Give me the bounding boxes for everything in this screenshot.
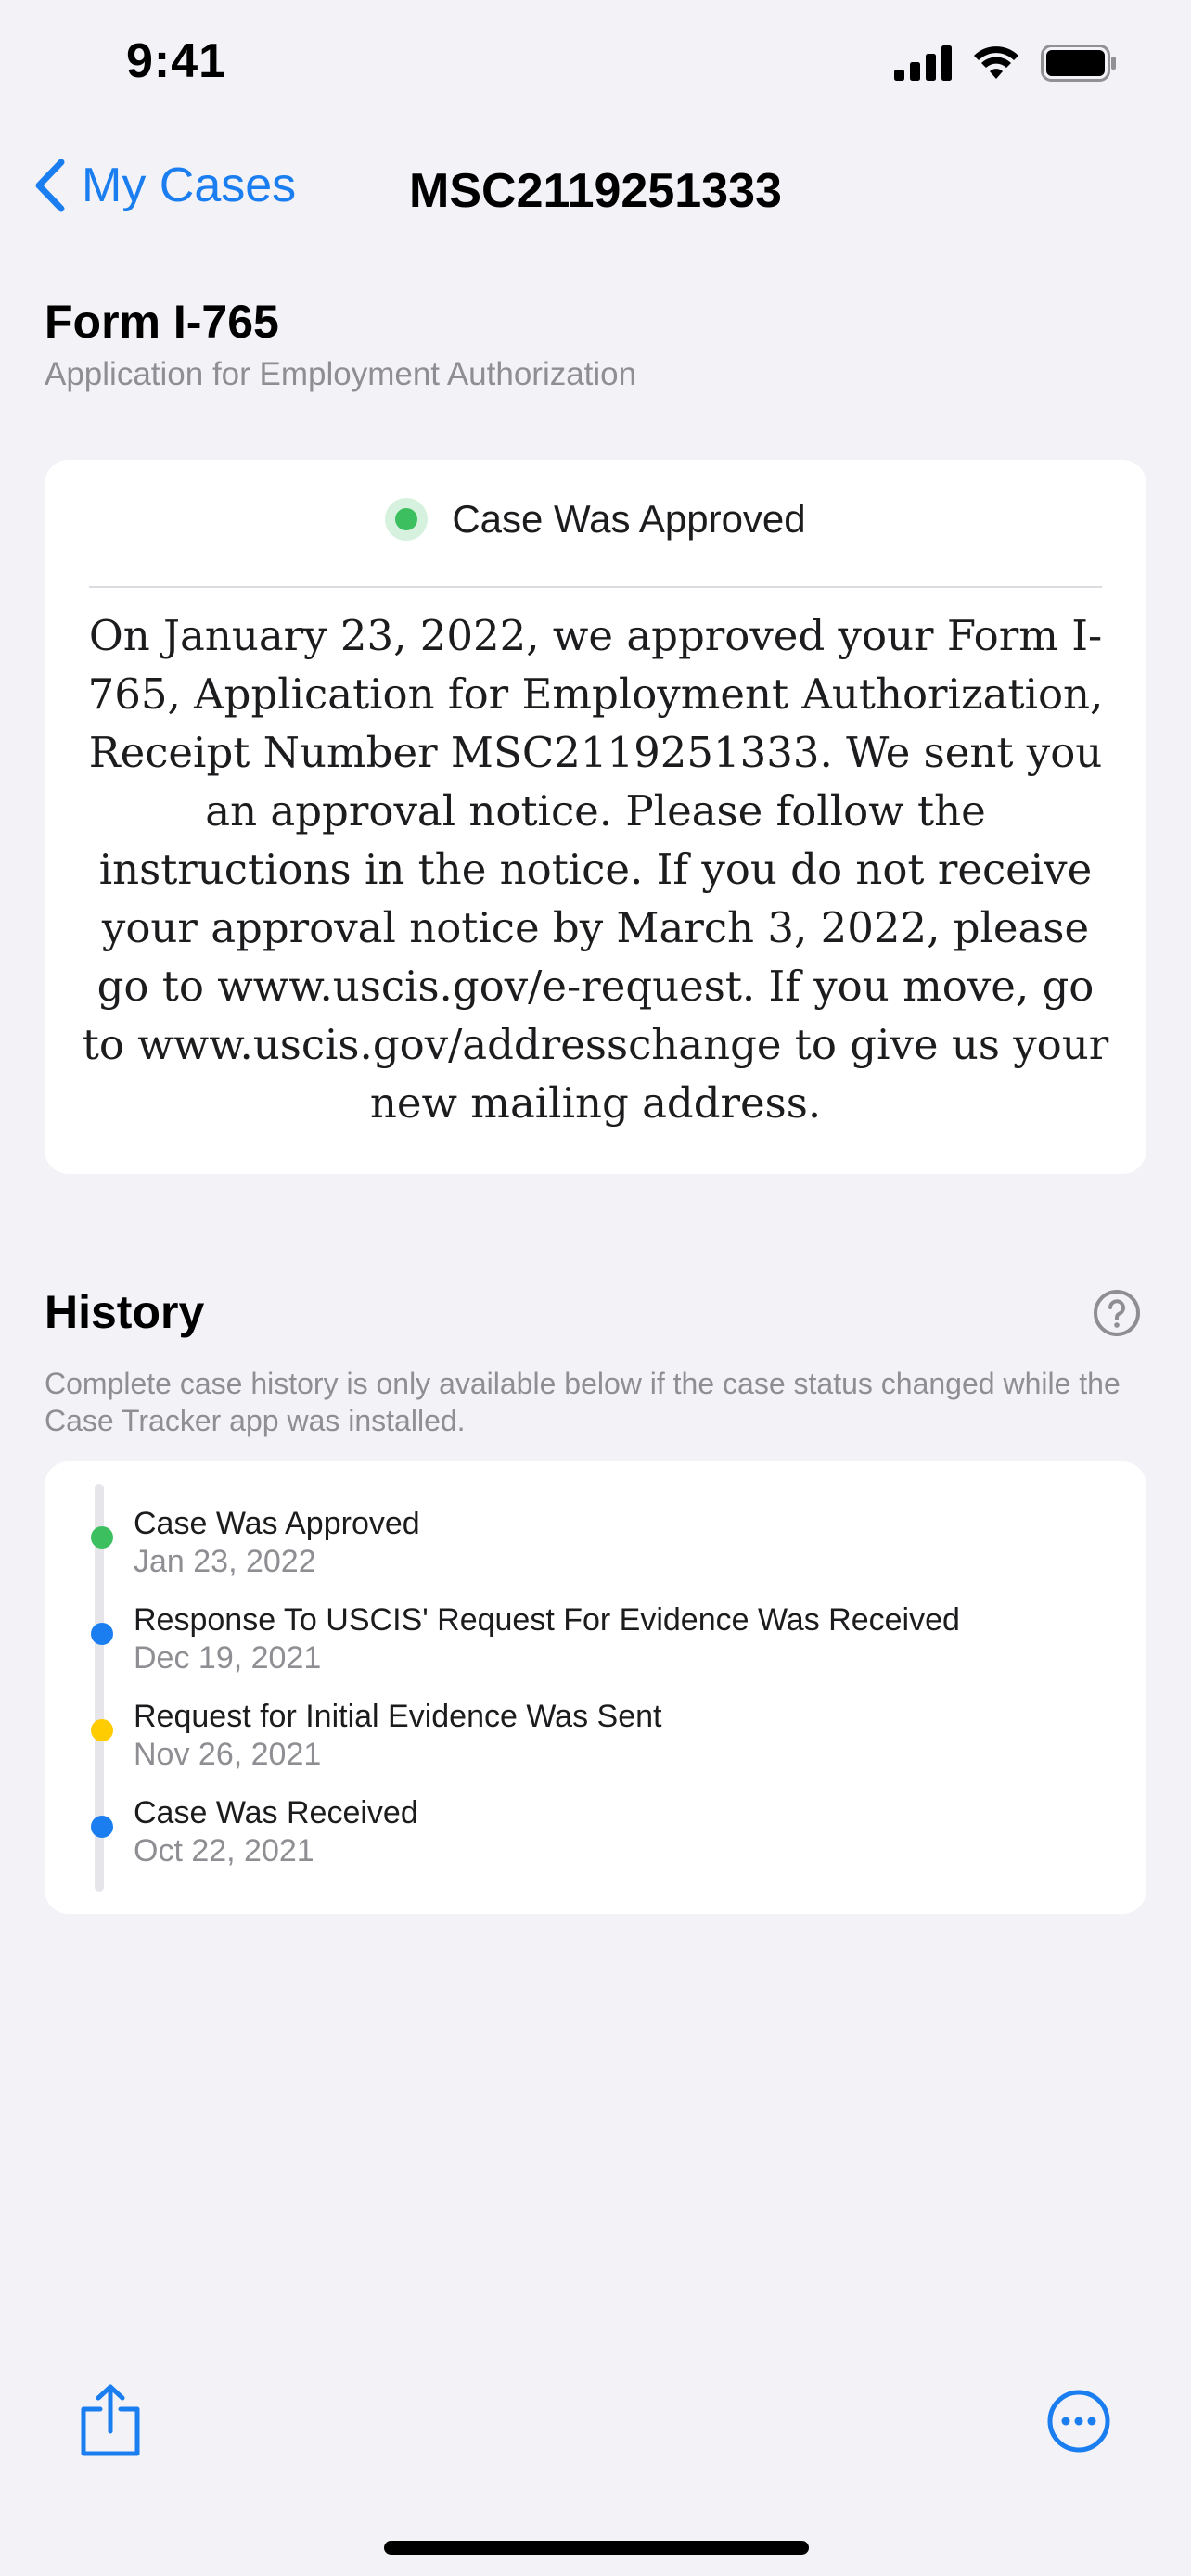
status-label: Case Was Approved xyxy=(452,497,806,541)
signal-icon xyxy=(894,45,952,81)
status-indicator-icon xyxy=(385,498,429,541)
divider xyxy=(89,586,1102,588)
event-title: Case Was Approved xyxy=(134,1506,420,1541)
status-row: Case Was Approved xyxy=(45,497,1146,542)
event-dot-icon xyxy=(91,1623,113,1645)
history-event: Response To USCIS' Request For Evidence … xyxy=(91,1600,1117,1677)
status-icons xyxy=(894,45,1117,82)
page-title: MSC2119251333 xyxy=(409,164,782,218)
event-dot-icon xyxy=(91,1719,113,1741)
home-indicator xyxy=(384,2541,809,2555)
form-subtitle: Application for Employment Authorization xyxy=(45,356,637,392)
form-title: Form I-765 xyxy=(45,296,279,348)
event-title: Case Was Received xyxy=(134,1795,418,1830)
history-event: Case Was Approved Jan 23, 2022 xyxy=(91,1504,1117,1580)
status-bar: 9:41 xyxy=(0,0,1191,130)
event-dot-icon xyxy=(91,1526,113,1549)
event-date: Oct 22, 2021 xyxy=(134,1833,314,1868)
history-note: Complete case history is only available … xyxy=(45,1367,1121,1437)
battery-icon xyxy=(1041,45,1116,82)
history-title: History xyxy=(45,1286,205,1338)
event-title: Request for Initial Evidence Was Sent xyxy=(134,1699,662,1734)
event-title: Response To USCIS' Request For Evidence … xyxy=(134,1602,960,1638)
event-dot-icon xyxy=(91,1816,113,1838)
history-event: Case Was Received Oct 22, 2021 xyxy=(91,1793,1117,1869)
history-event: Request for Initial Evidence Was Sent No… xyxy=(91,1697,1117,1773)
case-status-card: Case Was Approved On January 23, 2022, w… xyxy=(45,460,1146,1174)
event-date: Jan 23, 2022 xyxy=(134,1544,316,1579)
status-time: 9:41 xyxy=(126,34,227,88)
event-date: Nov 26, 2021 xyxy=(134,1737,322,1772)
help-icon[interactable] xyxy=(1093,1289,1141,1337)
event-date: Dec 19, 2021 xyxy=(134,1640,322,1676)
status-description: On January 23, 2022, we approved your Fo… xyxy=(82,611,1109,1128)
history-card: Case Was Approved Jan 23, 2022 Response … xyxy=(45,1461,1146,1914)
more-icon[interactable] xyxy=(1046,2389,1111,2454)
wifi-icon xyxy=(974,46,1018,79)
share-icon[interactable] xyxy=(78,2383,143,2457)
navigation-bar: My Cases MSC2119251333 xyxy=(0,148,1191,241)
